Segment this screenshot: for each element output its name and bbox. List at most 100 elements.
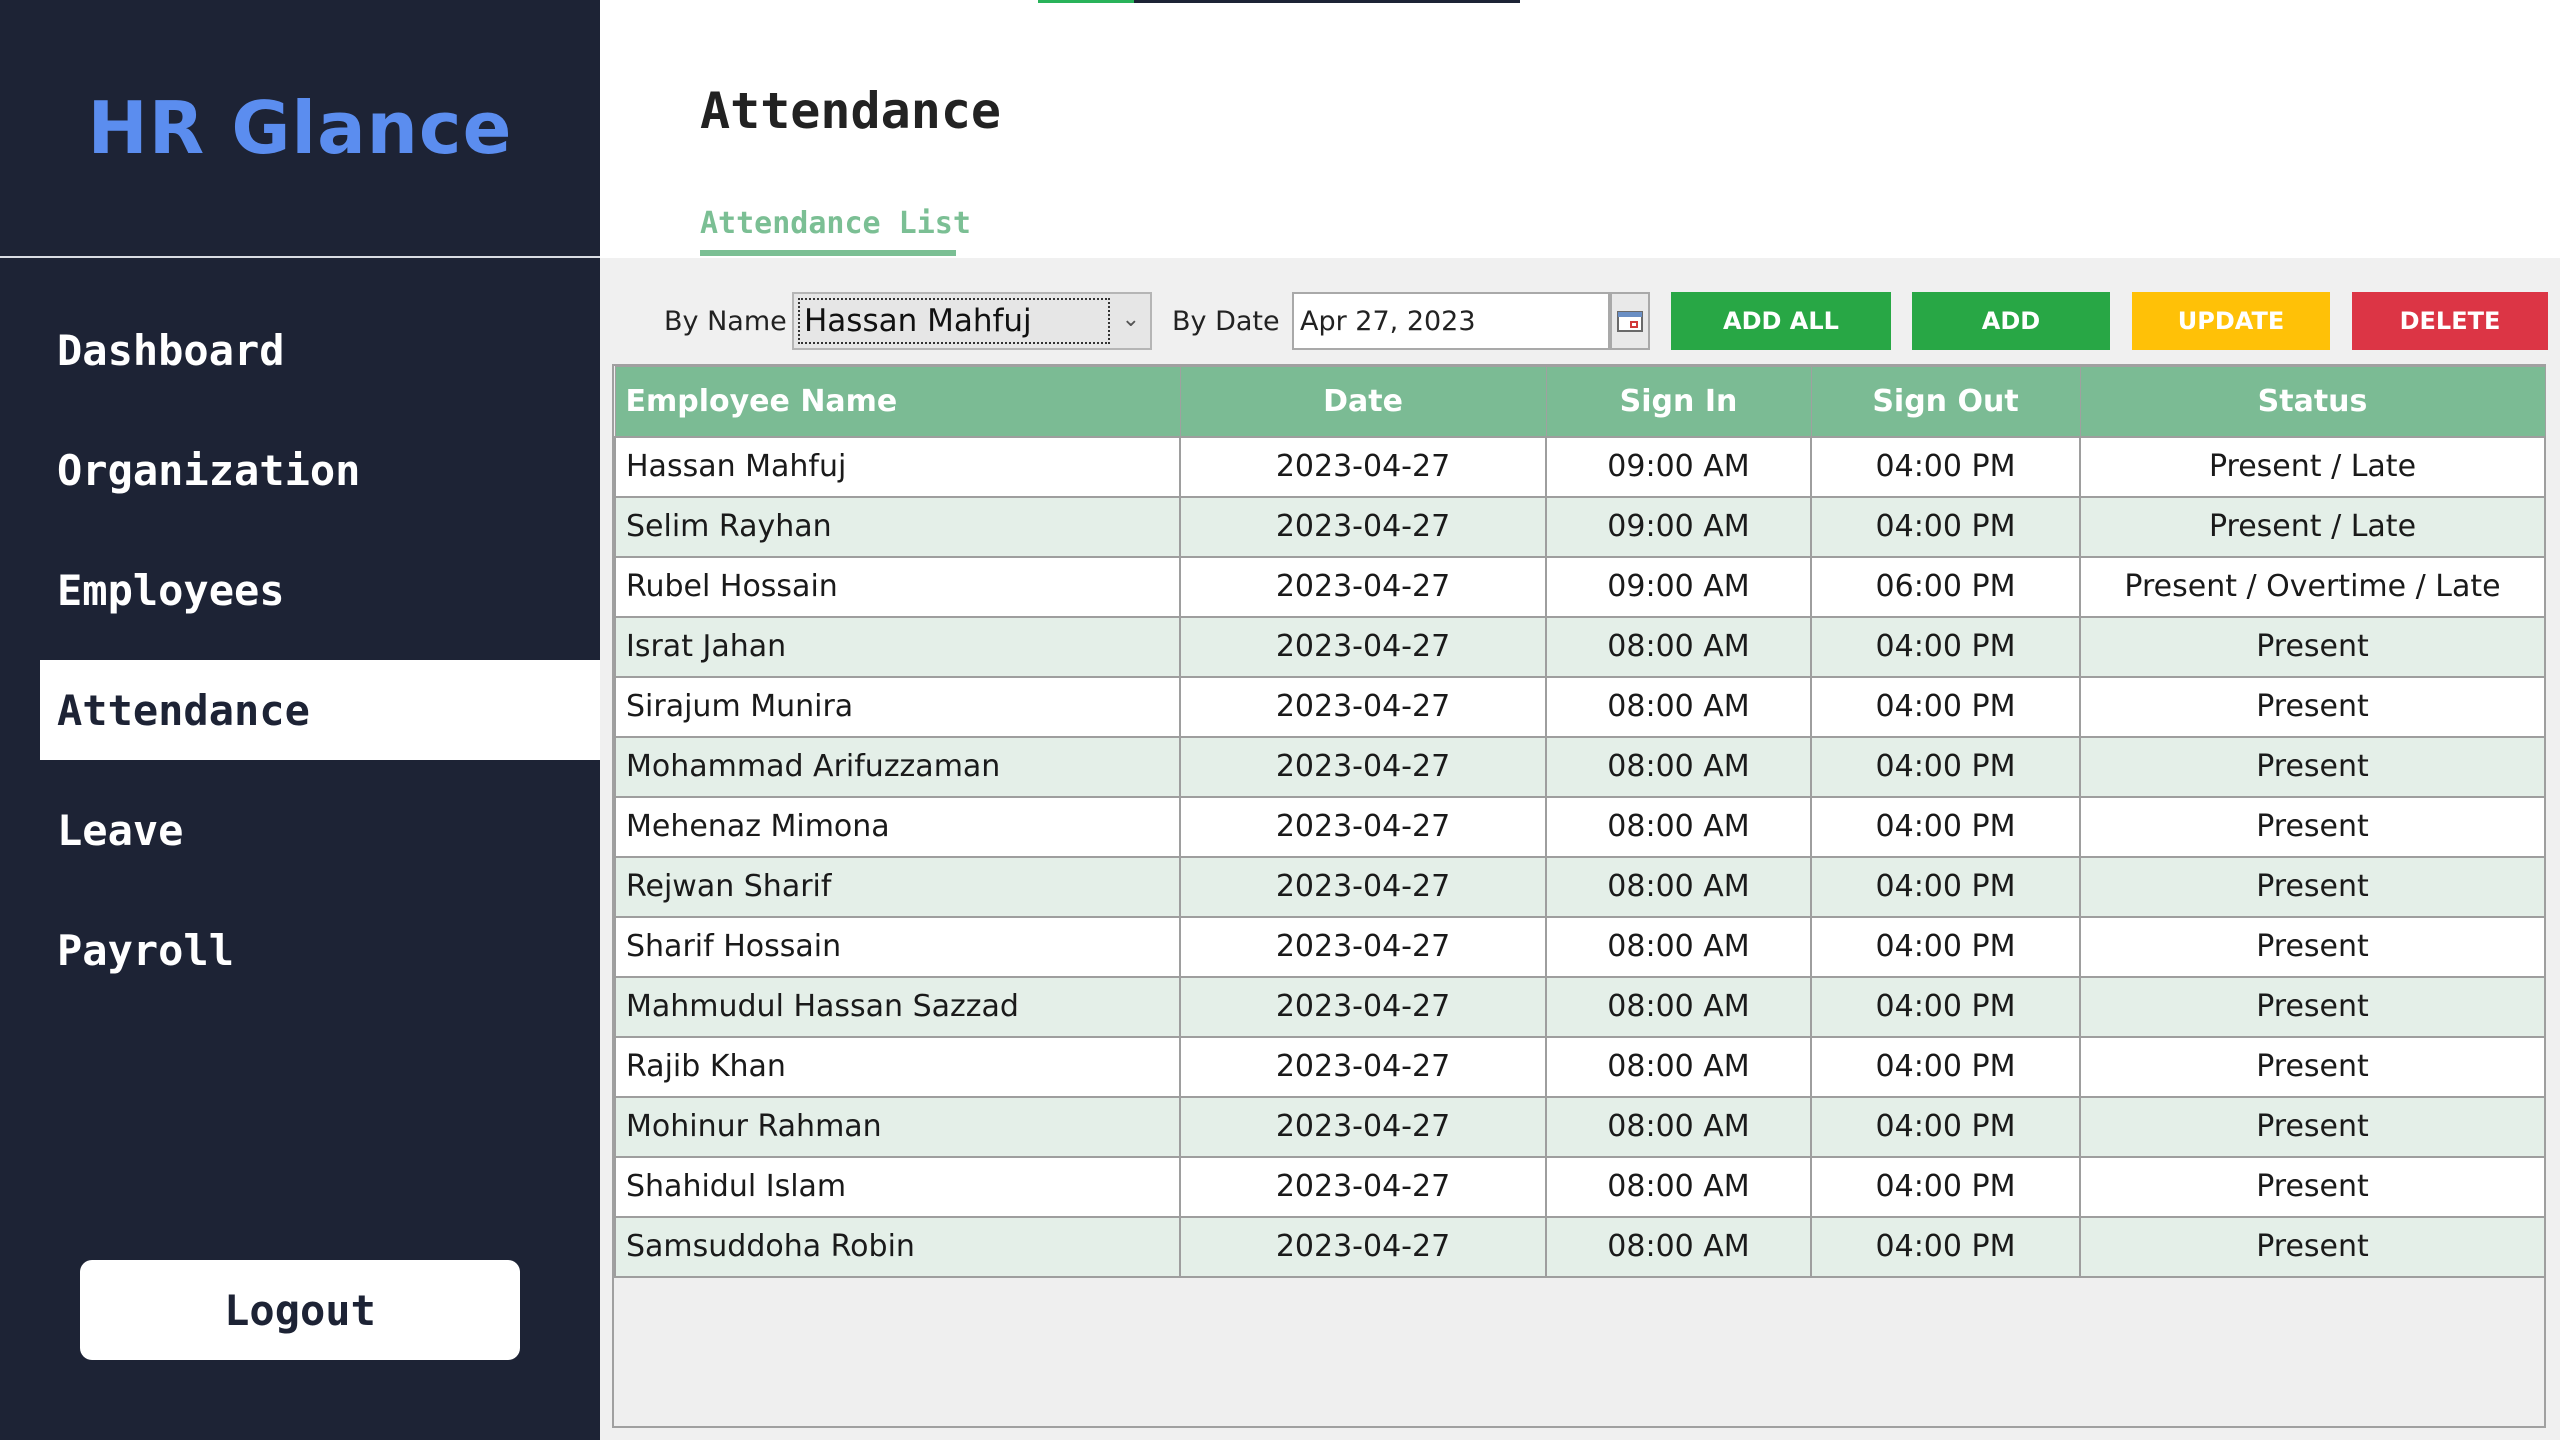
sign-out-cell[interactable]: 04:00 PM — [1810, 855, 2081, 918]
sign-out-cell[interactable]: 04:00 PM — [1810, 1155, 2081, 1218]
sign-out-cell[interactable]: 06:00 PM — [1810, 555, 2081, 618]
table-row[interactable]: Mahmudul Hassan Sazzad 2023-04-27 08:00 AM… — [614, 975, 2546, 1038]
sidebar-item-employees[interactable]: Employees — [40, 540, 600, 640]
table-row[interactable]: Mohammad Arifuzzaman 2023-04-27 08:00 AM 04… — [614, 735, 2546, 798]
sign-in-cell[interactable]: 08:00 AM — [1545, 855, 1812, 918]
sidebar-item-payroll[interactable]: Payroll — [40, 900, 600, 1000]
sidebar-item-dashboard[interactable]: Dashboard — [40, 300, 600, 400]
date-cell[interactable]: 2023-04-27 — [1179, 915, 1547, 978]
sign-in-cell[interactable]: 08:00 AM — [1545, 975, 1812, 1038]
sign-in-cell[interactable]: 08:00 AM — [1545, 915, 1812, 978]
sign-out-cell[interactable]: 04:00 PM — [1810, 975, 2081, 1038]
date-cell[interactable]: 2023-04-27 — [1179, 735, 1547, 798]
date-cell[interactable]: 2023-04-27 — [1179, 555, 1547, 618]
status-cell[interactable]: Present — [2079, 1095, 2546, 1158]
table-row[interactable]: Hassan Mahfuj 2023-04-27 09:00 AM 04:00 PM P… — [614, 435, 2546, 498]
table-row[interactable]: Rejwan Sharif 2023-04-27 08:00 AM 04:00 PM P… — [614, 855, 2546, 918]
sign-in-cell[interactable]: 08:00 AM — [1545, 1155, 1812, 1218]
sign-in-cell[interactable]: 08:00 AM — [1545, 1095, 1812, 1158]
sign-out-cell[interactable]: 04:00 PM — [1810, 435, 2081, 498]
date-cell[interactable]: 2023-04-27 — [1179, 1155, 1547, 1218]
column-header-employee-name[interactable]: Employee Name — [614, 366, 1181, 437]
sign-out-cell[interactable]: 04:00 PM — [1810, 915, 2081, 978]
sign-out-cell[interactable]: 04:00 PM — [1810, 495, 2081, 558]
sign-in-cell[interactable]: 09:00 AM — [1545, 495, 1812, 558]
date-cell[interactable]: 2023-04-27 — [1179, 615, 1547, 678]
sidebar-item-organization[interactable]: Organization — [40, 420, 600, 520]
table-row[interactable]: Samsuddoha Robin 2023-04-27 08:00 AM 04:00 … — [614, 1215, 2546, 1278]
column-header-sign-out[interactable]: Sign Out — [1810, 366, 2081, 437]
date-cell[interactable]: 2023-04-27 — [1179, 1095, 1547, 1158]
status-cell[interactable]: Present — [2079, 795, 2546, 858]
sign-in-cell[interactable]: 08:00 AM — [1545, 1035, 1812, 1098]
employee-name-cell[interactable]: Selim Rayhan — [614, 495, 1181, 558]
sign-out-cell[interactable]: 04:00 PM — [1810, 1095, 2081, 1158]
employee-name-cell[interactable]: Hassan Mahfuj — [614, 435, 1181, 498]
sign-in-cell[interactable]: 08:00 AM — [1545, 615, 1812, 678]
table-row[interactable]: Mehenaz Mimona 2023-04-27 08:00 AM 04:00 PM… — [614, 795, 2546, 858]
sign-in-cell[interactable]: 08:00 AM — [1545, 675, 1812, 738]
table-row[interactable]: Israt Jahan 2023-04-27 08:00 AM 04:00 PM Pre… — [614, 615, 2546, 678]
date-cell[interactable]: 2023-04-27 — [1179, 1035, 1547, 1098]
employee-name-cell[interactable]: Rejwan Sharif — [614, 855, 1181, 918]
table-row[interactable]: Sirajum Munira 2023-04-27 08:00 AM 04:00 PM… — [614, 675, 2546, 738]
add-button[interactable]: ADD — [1912, 292, 2110, 350]
employee-name-cell[interactable]: Sharif Hossain — [614, 915, 1181, 978]
tab-attendance-list[interactable]: Attendance List — [700, 206, 971, 241]
status-cell[interactable]: Present — [2079, 915, 2546, 978]
sign-in-cell[interactable]: 08:00 AM — [1545, 1215, 1812, 1278]
status-cell[interactable]: Present / Late — [2079, 495, 2546, 558]
attendance-table[interactable]: Employee Name Date Sign In Sign Out Stat… — [612, 364, 2546, 1428]
add-all-button[interactable]: ADD ALL — [1671, 292, 1891, 350]
status-cell[interactable]: Present — [2079, 675, 2546, 738]
sign-in-cell[interactable]: 08:00 AM — [1545, 795, 1812, 858]
employee-name-cell[interactable]: Sirajum Munira — [614, 675, 1181, 738]
sign-in-cell[interactable]: 08:00 AM — [1545, 735, 1812, 798]
employee-name-cell[interactable]: Samsuddoha Robin — [614, 1215, 1181, 1278]
status-cell[interactable]: Present — [2079, 1035, 2546, 1098]
status-cell[interactable]: Present — [2079, 735, 2546, 798]
employee-name-cell[interactable]: Rajib Khan — [614, 1035, 1181, 1098]
date-cell[interactable]: 2023-04-27 — [1179, 795, 1547, 858]
employee-name-cell[interactable]: Mohammad Arifuzzaman — [614, 735, 1181, 798]
update-button[interactable]: UPDATE — [2132, 292, 2330, 350]
sign-out-cell[interactable]: 04:00 PM — [1810, 675, 2081, 738]
status-cell[interactable]: Present / Late — [2079, 435, 2546, 498]
employee-name-cell[interactable]: Mohinur Rahman — [614, 1095, 1181, 1158]
column-header-date[interactable]: Date — [1179, 366, 1547, 437]
delete-button[interactable]: DELETE — [2352, 292, 2548, 350]
column-header-sign-in[interactable]: Sign In — [1545, 366, 1812, 437]
column-header-status[interactable]: Status — [2079, 366, 2546, 437]
date-cell[interactable]: 2023-04-27 — [1179, 435, 1547, 498]
status-cell[interactable]: Present — [2079, 1155, 2546, 1218]
employee-name-select[interactable]: Hassan Mahfuj ⌄ — [792, 292, 1152, 350]
logout-button[interactable]: Logout — [80, 1260, 520, 1360]
date-cell[interactable]: 2023-04-27 — [1179, 975, 1547, 1038]
status-cell[interactable]: Present — [2079, 615, 2546, 678]
sign-in-cell[interactable]: 09:00 AM — [1545, 555, 1812, 618]
date-cell[interactable]: 2023-04-27 — [1179, 495, 1547, 558]
sign-in-cell[interactable]: 09:00 AM — [1545, 435, 1812, 498]
sign-out-cell[interactable]: 04:00 PM — [1810, 735, 2081, 798]
table-row[interactable]: Sharif Hossain 2023-04-27 08:00 AM 04:00 PM… — [614, 915, 2546, 978]
sign-out-cell[interactable]: 04:00 PM — [1810, 795, 2081, 858]
employee-name-cell[interactable]: Rubel Hossain — [614, 555, 1181, 618]
status-cell[interactable]: Present — [2079, 1215, 2546, 1278]
sign-out-cell[interactable]: 04:00 PM — [1810, 615, 2081, 678]
calendar-button[interactable] — [1610, 292, 1650, 350]
sign-out-cell[interactable]: 04:00 PM — [1810, 1215, 2081, 1278]
date-picker-field[interactable]: Apr 27, 2023 — [1292, 292, 1610, 350]
employee-name-cell[interactable]: Shahidul Islam — [614, 1155, 1181, 1218]
sidebar-item-leave[interactable]: Leave — [40, 780, 600, 880]
sidebar-item-attendance[interactable]: Attendance — [40, 660, 600, 760]
date-cell[interactable]: 2023-04-27 — [1179, 1215, 1547, 1278]
table-row[interactable]: Rubel Hossain 2023-04-27 09:00 AM 06:00 PM P… — [614, 555, 2546, 618]
employee-name-cell[interactable]: Israt Jahan — [614, 615, 1181, 678]
table-row[interactable]: Selim Rayhan 2023-04-27 09:00 AM 04:00 PM Pr… — [614, 495, 2546, 558]
table-row[interactable]: Rajib Khan 2023-04-27 08:00 AM 04:00 PM Pres… — [614, 1035, 2546, 1098]
status-cell[interactable]: Present — [2079, 975, 2546, 1038]
status-cell[interactable]: Present — [2079, 855, 2546, 918]
status-cell[interactable]: Present / Overtime / Late — [2079, 555, 2546, 618]
employee-name-cell[interactable]: Mahmudul Hassan Sazzad — [614, 975, 1181, 1038]
date-cell[interactable]: 2023-04-27 — [1179, 675, 1547, 738]
